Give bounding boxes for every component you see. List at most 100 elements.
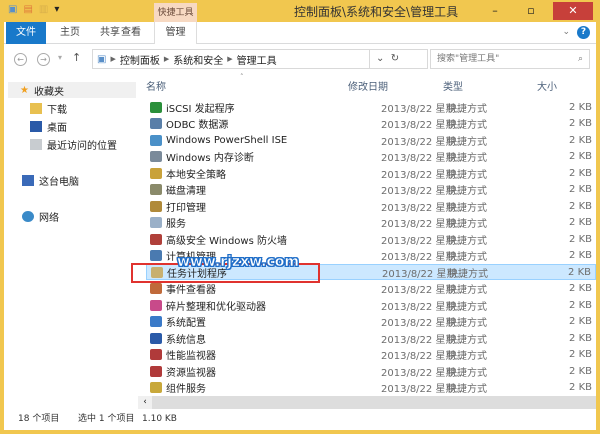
file-row[interactable]: 磁盘清理 2013/8/22 星期... 快捷方式 2 KB bbox=[146, 182, 596, 198]
desktop-icon bbox=[30, 120, 42, 132]
printer-icon bbox=[150, 200, 162, 212]
file-row[interactable]: ODBC 数据源 2013/8/22 星期... 快捷方式 2 KB bbox=[146, 116, 596, 132]
file-size: 2 KB bbox=[569, 184, 592, 195]
file-row[interactable]: 性能监视器 2013/8/22 星期... 快捷方式 2 KB bbox=[146, 347, 596, 363]
back-button[interactable]: ← bbox=[14, 53, 27, 66]
file-name: 系统信息 bbox=[166, 334, 206, 346]
sort-ascending-icon: ˄ bbox=[240, 73, 244, 81]
file-size: 2 KB bbox=[569, 134, 592, 146]
file-row[interactable]: 系统配置 2013/8/22 星期... 快捷方式 2 KB bbox=[146, 314, 596, 330]
tab-home[interactable]: 主页 bbox=[56, 22, 84, 44]
breadcrumb-system-security[interactable]: 系统和安全 bbox=[173, 52, 223, 67]
expand-ribbon-icon[interactable]: ⌄ bbox=[562, 27, 570, 37]
file-row[interactable]: 系统信息 2013/8/22 星期... 快捷方式 2 KB bbox=[146, 330, 596, 346]
help-icon[interactable]: ? bbox=[577, 26, 590, 39]
explorer-window: ▣ ▤ ▥ ▾ 快捷工具 控制面板\系统和安全\管理工具 – ▫ ✕ 文件 主页… bbox=[4, 0, 596, 430]
file-name-cell: ODBC 数据源 bbox=[150, 116, 228, 131]
file-size: 2 KB bbox=[569, 316, 592, 327]
gear-icon bbox=[150, 217, 162, 228]
file-name: 事件查看器 bbox=[166, 285, 216, 296]
file-row[interactable]: Windows PowerShell ISE 2013/8/22 星期... 快… bbox=[146, 132, 596, 148]
file-size: 2 KB bbox=[569, 365, 592, 377]
maximize-button[interactable]: ▫ bbox=[520, 2, 542, 20]
tab-file[interactable]: 文件 bbox=[6, 22, 46, 44]
disk-cleanup-icon bbox=[150, 184, 162, 195]
forward-button[interactable]: → bbox=[37, 53, 50, 66]
address-dropdown-icon[interactable]: ⌄ bbox=[376, 53, 384, 64]
sidebar-item-desktop[interactable]: 桌面 bbox=[30, 118, 67, 134]
file-size: 2 KB bbox=[569, 349, 592, 360]
recent-dropdown-icon[interactable]: ▾ bbox=[58, 53, 62, 62]
horizontal-scrollbar[interactable]: ‹ bbox=[138, 396, 596, 409]
tab-manage[interactable]: 管理 bbox=[154, 22, 197, 44]
file-size: 2 KB bbox=[568, 266, 591, 278]
file-size: 2 KB bbox=[569, 217, 592, 228]
file-row[interactable]: 碎片整理和优化驱动器 2013/8/22 星期... 快捷方式 2 KB bbox=[146, 297, 596, 313]
column-header-name[interactable]: 名称 bbox=[146, 78, 166, 93]
file-type: 快捷方式 bbox=[447, 318, 487, 329]
file-row[interactable]: 服务 2013/8/22 星期... 快捷方式 2 KB bbox=[146, 215, 596, 231]
breadcrumb-control-panel[interactable]: 控制面板 bbox=[120, 52, 160, 67]
info-icon bbox=[150, 332, 162, 344]
close-button[interactable]: ✕ bbox=[553, 2, 593, 20]
new-folder-icon[interactable]: ▥ bbox=[39, 4, 48, 15]
file-row[interactable]: 组件服务 2013/8/22 星期... 快捷方式 2 KB bbox=[146, 380, 596, 396]
computer-icon bbox=[22, 174, 34, 186]
file-row[interactable]: iSCSI 发起程序 2013/8/22 星期... 快捷方式 2 KB bbox=[146, 99, 596, 115]
sidebar-item-recent[interactable]: 最近访问的位置 bbox=[30, 136, 117, 152]
file-name-cell: 服务 bbox=[150, 215, 186, 230]
file-name: 本地安全策略 bbox=[166, 169, 226, 181]
address-bar[interactable]: ▣ ▶ 控制面板 ▶ 系统和安全 ▶ 管理工具 bbox=[92, 49, 370, 69]
minimize-button[interactable]: – bbox=[484, 2, 506, 20]
file-name-cell: Windows PowerShell ISE bbox=[150, 134, 287, 146]
file-size: 2 KB bbox=[569, 101, 592, 113]
component-icon bbox=[150, 382, 162, 393]
qat-dropdown-icon[interactable]: ▾ bbox=[54, 4, 59, 15]
download-folder-icon bbox=[30, 102, 42, 114]
search-icon[interactable]: ⌕ bbox=[578, 50, 583, 68]
up-button[interactable]: ↑ bbox=[72, 51, 81, 64]
file-size: 2 KB bbox=[569, 382, 592, 393]
file-row[interactable]: 本地安全策略 2013/8/22 星期... 快捷方式 2 KB bbox=[146, 165, 596, 181]
tab-view[interactable]: 查看 bbox=[116, 22, 146, 44]
file-name-cell: 本地安全策略 bbox=[150, 166, 226, 181]
search-input[interactable]: 搜索"管理工具" ⌕ bbox=[430, 49, 590, 69]
column-header-type[interactable]: 类型 bbox=[443, 78, 463, 93]
file-size: 2 KB bbox=[569, 151, 592, 162]
file-row[interactable]: 资源监视器 2013/8/22 星期... 快捷方式 2 KB bbox=[146, 363, 596, 379]
column-header-size[interactable]: 大小 bbox=[537, 78, 557, 93]
file-name: ODBC 数据源 bbox=[166, 120, 229, 131]
file-row[interactable]: 打印管理 2013/8/22 星期... 快捷方式 2 KB bbox=[146, 198, 596, 214]
file-type: 快捷方式 bbox=[447, 235, 487, 247]
file-row[interactable]: Windows 内存诊断 2013/8/22 星期... 快捷方式 2 KB bbox=[146, 149, 596, 165]
breadcrumb-admin-tools[interactable]: 管理工具 bbox=[237, 52, 277, 67]
file-name-cell: 碎片整理和优化驱动器 bbox=[150, 298, 266, 313]
file-size: 2 KB bbox=[569, 283, 592, 294]
properties-icon[interactable]: ▤ bbox=[23, 4, 32, 15]
file-size: 2 KB bbox=[569, 118, 592, 129]
file-name-cell: 组件服务 bbox=[150, 380, 206, 395]
file-name-cell: 性能监视器 bbox=[150, 347, 216, 362]
column-header-date[interactable]: 修改日期 bbox=[348, 78, 388, 93]
file-name-cell: 事件查看器 bbox=[150, 281, 216, 296]
file-name-cell: 磁盘清理 bbox=[150, 182, 206, 197]
sidebar-item-downloads[interactable]: 下载 bbox=[30, 100, 67, 116]
file-row[interactable]: 高级安全 Windows 防火墙 2013/8/22 星期... 快捷方式 2 … bbox=[146, 231, 596, 247]
refresh-icon[interactable]: ↻ bbox=[391, 53, 399, 64]
app-icon[interactable]: ▣ bbox=[8, 4, 17, 15]
file-name-cell: 资源监视器 bbox=[150, 364, 216, 379]
file-size: 2 KB bbox=[569, 233, 592, 245]
network-icon bbox=[22, 210, 34, 222]
file-type: 快捷方式 bbox=[447, 367, 487, 379]
sidebar-favorites[interactable]: ★ 收藏夹 bbox=[8, 82, 136, 98]
firewall-icon bbox=[150, 233, 162, 245]
selection-count: 选中 1 个项目 bbox=[78, 414, 135, 424]
file-type: 快捷方式 bbox=[447, 169, 487, 181]
scroll-left-button[interactable]: ‹ bbox=[138, 396, 152, 409]
file-name-cell: 高级安全 Windows 防火墙 bbox=[150, 232, 287, 247]
sidebar-item-this-pc[interactable]: 这台电脑 bbox=[22, 172, 79, 188]
sidebar-item-network[interactable]: 网络 bbox=[22, 208, 59, 224]
file-name: 打印管理 bbox=[166, 202, 206, 214]
file-size: 2 KB bbox=[569, 332, 592, 344]
defrag-icon bbox=[150, 299, 162, 311]
